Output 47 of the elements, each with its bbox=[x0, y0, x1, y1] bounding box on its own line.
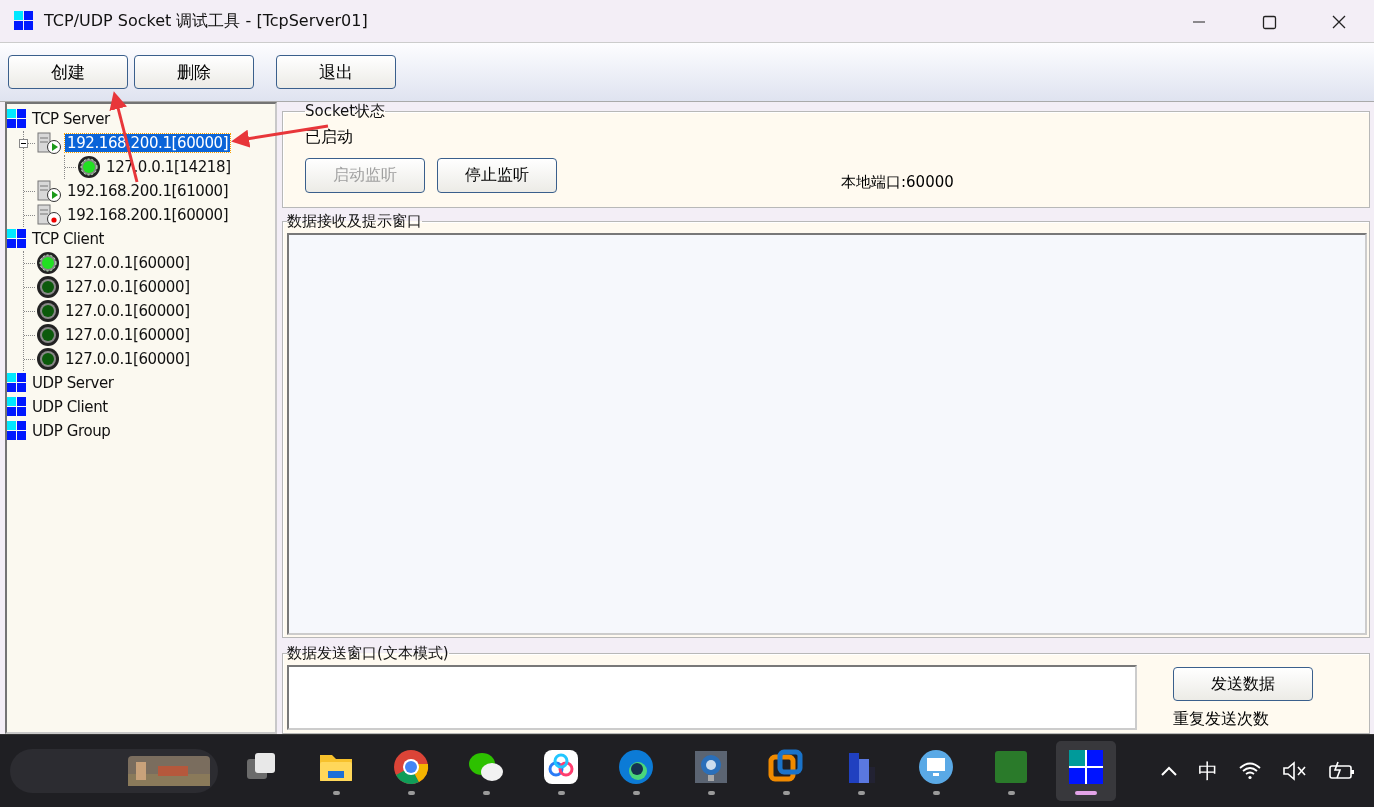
wifi-icon[interactable] bbox=[1238, 761, 1262, 782]
tree-item[interactable]: UDP Client bbox=[30, 398, 110, 416]
tree-item[interactable]: 127.0.0.1[60000] bbox=[63, 326, 192, 344]
collapse-toggle[interactable] bbox=[19, 138, 28, 148]
battery-charging-icon[interactable] bbox=[1328, 761, 1356, 782]
local-port-label: 本地端口:60000 bbox=[841, 173, 954, 192]
idle-connection-icon bbox=[36, 347, 60, 371]
tree-item[interactable]: 127.0.0.1[60000] bbox=[63, 254, 192, 272]
toolbar-button[interactable]: 删除 bbox=[134, 55, 254, 89]
tree-item[interactable]: 127.0.0.1[60000] bbox=[63, 302, 192, 320]
toolbar-button[interactable]: 创建 bbox=[8, 55, 128, 89]
server-play-icon bbox=[36, 180, 62, 202]
send-button[interactable]: 发送数据 bbox=[1173, 667, 1313, 702]
muted-speaker-icon[interactable] bbox=[1282, 761, 1308, 782]
input-method-indicator[interactable]: 中 bbox=[1198, 757, 1218, 785]
toolbar-button[interactable]: 退出 bbox=[276, 55, 396, 89]
tree-item[interactable]: UDP Group bbox=[30, 422, 113, 440]
server-stop-icon bbox=[36, 204, 62, 226]
tree-item[interactable]: 127.0.0.1[60000] bbox=[63, 350, 192, 368]
tree-item[interactable]: TCP Server bbox=[30, 110, 112, 128]
active-connection-icon bbox=[77, 155, 101, 179]
folder-grid-icon bbox=[7, 229, 27, 249]
group-title: 数据接收及提示窗口 bbox=[287, 212, 422, 231]
taskbar-app-button[interactable] bbox=[1056, 741, 1116, 802]
server-play-icon bbox=[36, 132, 62, 154]
active-connection-icon bbox=[36, 251, 60, 275]
chevron-up-icon[interactable] bbox=[1160, 765, 1178, 778]
tree-item[interactable]: UDP Server bbox=[30, 374, 116, 392]
idle-connection-icon bbox=[36, 323, 60, 347]
tree-item[interactable]: 127.0.0.1[60000] bbox=[63, 278, 192, 296]
tree-item[interactable]: 192.168.200.1[60000] bbox=[65, 206, 231, 224]
tree-item[interactable]: TCP Client bbox=[30, 230, 106, 248]
folder-grid-icon bbox=[7, 373, 27, 393]
status-text: 已启动 bbox=[305, 127, 354, 148]
tree-item[interactable]: 192.168.200.1[61000] bbox=[65, 182, 231, 200]
idle-connection-icon bbox=[36, 299, 60, 323]
send-input-field[interactable] bbox=[287, 665, 1137, 731]
folder-grid-icon bbox=[7, 421, 27, 441]
folder-grid-icon bbox=[7, 397, 27, 417]
window-title: TCP/UDP Socket 调试工具 - [TcpServer01] bbox=[44, 10, 369, 32]
listen-button[interactable]: 停止监听 bbox=[437, 158, 557, 193]
group-title: Socket状态 bbox=[305, 102, 386, 121]
folder-grid-icon bbox=[7, 109, 27, 129]
app-logo-icon bbox=[14, 11, 34, 31]
repeat-count-label: 重复发送次数 bbox=[1173, 709, 1270, 731]
idle-connection-icon bbox=[36, 275, 60, 299]
group-title: 数据发送窗口(文本模式) bbox=[287, 644, 449, 664]
